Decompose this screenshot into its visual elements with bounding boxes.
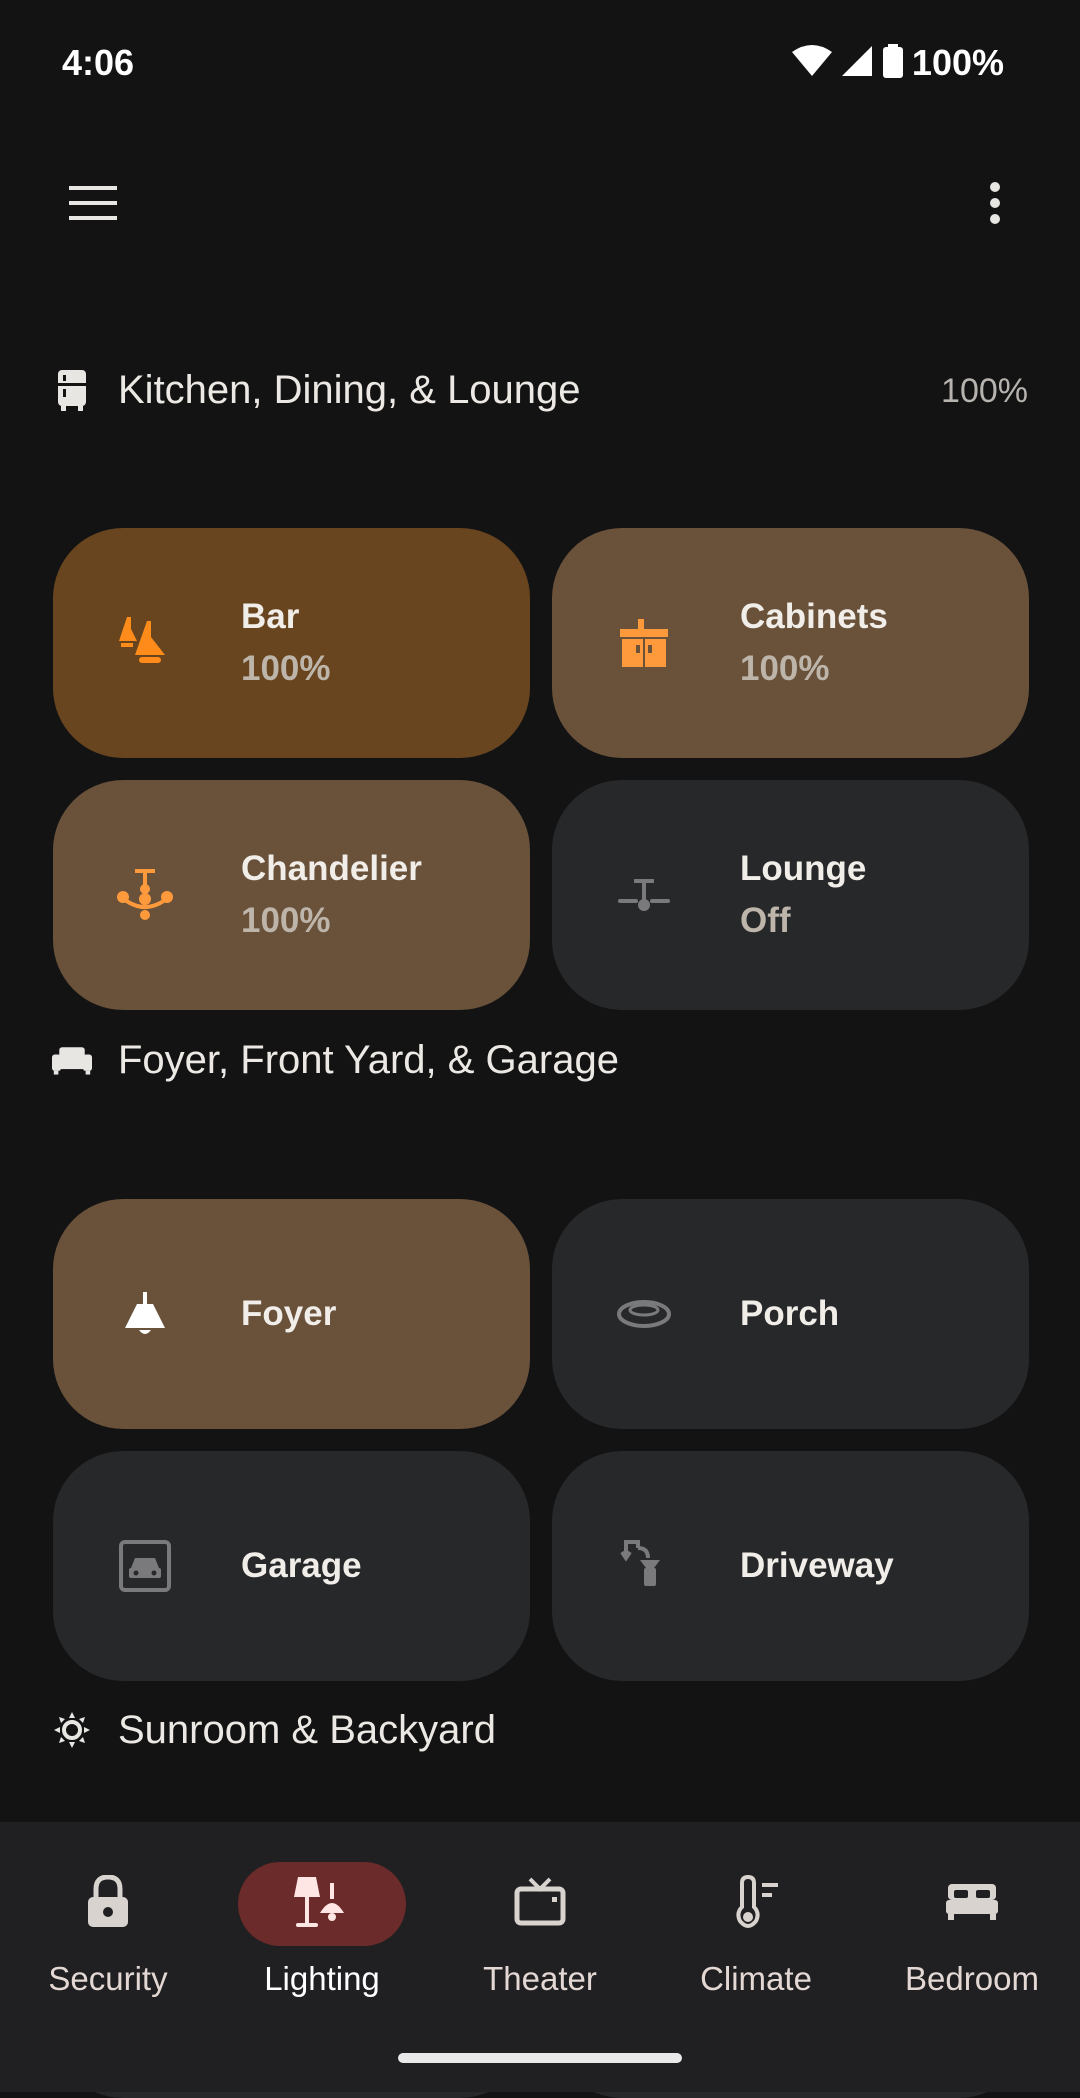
tile-cabinets[interactable]: Cabinets 100% — [552, 528, 1029, 758]
bottom-navigation: Security Lighting Theater Climate Bedroo… — [0, 1822, 1080, 2092]
tile-name: Garage — [241, 1546, 362, 1585]
section-kitchen-dining-lounge: Kitchen, Dining, & Lounge 100% Bar 100% … — [52, 350, 1029, 1010]
chandelier-icon — [115, 865, 175, 925]
pendant-lights-icon — [115, 613, 175, 673]
status-icons: 100% — [791, 42, 1004, 84]
menu-button[interactable] — [58, 170, 128, 240]
tile-name: Bar — [241, 597, 300, 636]
nav-lighting[interactable]: Lighting — [214, 1862, 430, 2012]
tile-name: Chandelier — [241, 849, 422, 888]
lamp-icon — [292, 1875, 352, 1934]
section-title: Kitchen, Dining, & Lounge — [118, 367, 581, 412]
nav-theater[interactable]: Theater — [432, 1862, 648, 2012]
section-title: Sunroom & Backyard — [118, 1707, 496, 1752]
section-sunroom-backyard: Sunroom & Backyard — [52, 1690, 1029, 2098]
app-bar — [0, 130, 1080, 265]
nav-active-indicator — [238, 1862, 406, 1946]
section-header: Foyer, Front Yard, & Garage — [52, 1020, 1028, 1100]
battery-percent: 100% — [911, 42, 1004, 83]
outdoor-lamp-icon — [614, 1536, 674, 1596]
cell-signal-icon — [840, 44, 874, 83]
tile-grid — [52, 1770, 1029, 2098]
tile-name: Cabinets — [740, 597, 888, 636]
tv-icon — [514, 1877, 566, 1932]
tile-driveway[interactable]: Driveway — [552, 1451, 1029, 1681]
ceiling-fan-light-icon — [614, 865, 674, 925]
tile-grid: Bar 100% Cabinets 100% Chandelier 100% L… — [52, 430, 1029, 1010]
section-title: Foyer, Front Yard, & Garage — [118, 1037, 619, 1082]
section-header: Kitchen, Dining, & Lounge 100% — [52, 350, 1028, 430]
thermometer-icon — [730, 1874, 782, 1934]
section-header: Sunroom & Backyard — [52, 1690, 1028, 1770]
battery-icon — [882, 43, 904, 83]
tile-name: Lounge — [740, 849, 867, 888]
nav-label: Security — [48, 1960, 168, 1997]
status-time: 4:06 — [62, 42, 135, 83]
tile-state: 100% — [241, 901, 331, 940]
bed-icon — [944, 1882, 1000, 1927]
section-percent: 100% — [941, 372, 1028, 410]
nav-label: Lighting — [264, 1960, 380, 1997]
ceiling-light-icon — [115, 1284, 175, 1344]
hamburger-menu-icon — [69, 185, 117, 225]
more-vert-icon — [989, 181, 1001, 230]
home-indicator[interactable] — [398, 2053, 682, 2063]
nav-bedroom[interactable]: Bedroom — [864, 1862, 1080, 2012]
garage-icon — [115, 1536, 175, 1596]
tile-foyer[interactable]: Foyer — [53, 1199, 530, 1429]
nav-label: Bedroom — [905, 1960, 1039, 1997]
wifi-icon — [791, 44, 832, 83]
nav-security[interactable]: Security — [0, 1862, 216, 2012]
tile-state: 100% — [740, 649, 830, 688]
more-options-button[interactable] — [960, 170, 1030, 240]
nav-climate[interactable]: Climate — [648, 1862, 864, 2012]
nav-label: Theater — [483, 1960, 597, 1997]
sun-icon — [52, 1710, 92, 1750]
section-foyer-front-yard-garage: Foyer, Front Yard, & Garage Foyer Porch … — [52, 1020, 1029, 1681]
tile-grid: Foyer Porch Garage Driveway — [52, 1100, 1029, 1681]
nav-label: Climate — [700, 1960, 812, 1997]
lock-icon — [86, 1873, 130, 1934]
tile-name: Driveway — [740, 1546, 894, 1585]
tile-state: Off — [740, 901, 791, 940]
sofa-icon — [52, 1040, 92, 1080]
tile-garage[interactable]: Garage — [53, 1451, 530, 1681]
tile-lounge[interactable]: Lounge Off — [552, 780, 1029, 1010]
cabinet-light-icon — [614, 613, 674, 673]
tile-porch[interactable]: Porch — [552, 1199, 1029, 1429]
tile-chandelier[interactable]: Chandelier 100% — [53, 780, 530, 1010]
tile-name: Foyer — [241, 1294, 337, 1333]
tile-state: 100% — [241, 649, 331, 688]
tile-bar[interactable]: Bar 100% — [53, 528, 530, 758]
fridge-icon — [52, 370, 92, 411]
flush-mount-light-icon — [614, 1284, 674, 1344]
status-bar: 4:06 100% — [0, 0, 1080, 130]
tile-name: Porch — [740, 1294, 840, 1333]
